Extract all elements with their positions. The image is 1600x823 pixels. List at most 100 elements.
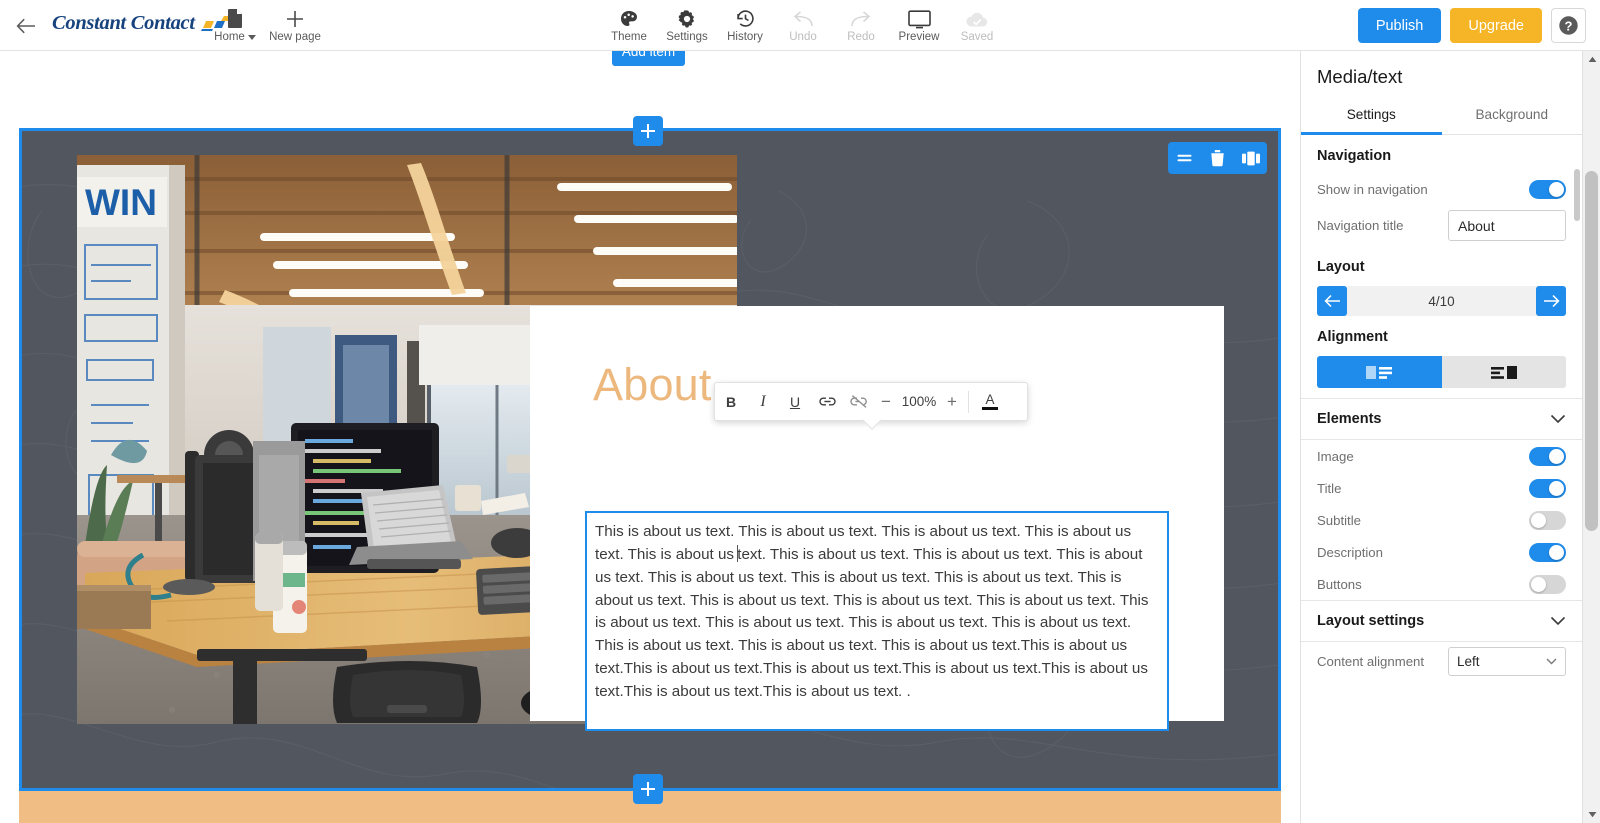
duplicate-icon[interactable]: [1234, 142, 1267, 174]
browser-scrollbar[interactable]: [1582, 51, 1600, 823]
rich-text-toolbar: B I U − 100% + A: [714, 382, 1028, 421]
history-button[interactable]: History: [716, 4, 774, 43]
layout-settings-heading: Layout settings: [1317, 613, 1425, 629]
page-canvas: Add item WIN About This is about us text…: [0, 51, 1297, 823]
navigation-heading: Navigation: [1317, 148, 1392, 164]
element-row-subtitle: Subtitle: [1301, 504, 1582, 536]
settings-button[interactable]: Settings: [658, 4, 716, 43]
bold-button[interactable]: B: [715, 383, 747, 421]
drag-handle-icon[interactable]: [1168, 142, 1201, 174]
home-tools: Home New page: [206, 4, 326, 43]
content-alignment-label: Content alignment: [1317, 654, 1425, 669]
element-label-title: Title: [1317, 480, 1342, 496]
chevron-down-icon: [1546, 658, 1557, 665]
tab-settings[interactable]: Settings: [1301, 98, 1442, 135]
back-button[interactable]: [12, 12, 40, 40]
publish-button[interactable]: Publish: [1357, 8, 1442, 43]
element-toggle-title[interactable]: [1529, 478, 1566, 498]
tab-background[interactable]: Background: [1442, 98, 1583, 135]
section-title[interactable]: About: [593, 359, 712, 411]
increase-size-button[interactable]: +: [941, 383, 963, 421]
home-menu[interactable]: Home: [206, 4, 264, 43]
link-icon: [818, 397, 836, 406]
scrollbar-down-arrow-icon[interactable]: [1583, 806, 1600, 823]
browser-scrollbar-thumb[interactable]: [1585, 171, 1598, 531]
history-icon: [735, 7, 756, 29]
elements-heading: Elements: [1317, 411, 1382, 427]
element-row-buttons: Buttons: [1301, 568, 1582, 600]
navigation-title-input[interactable]: [1448, 210, 1566, 241]
navigation-title-label: Navigation title: [1317, 218, 1404, 233]
element-row-image: Image: [1301, 440, 1582, 472]
redo-button[interactable]: Redo: [832, 4, 890, 43]
font-size-value[interactable]: 100%: [897, 383, 941, 421]
preview-button[interactable]: Preview: [890, 4, 948, 43]
new-page-button[interactable]: New page: [264, 4, 326, 43]
new-page-label: New page: [269, 31, 321, 43]
saved-label: Saved: [960, 31, 994, 43]
content-alignment-row: Content alignment Left: [1301, 642, 1582, 681]
layout-selector: 4/10: [1317, 286, 1566, 316]
description-text-editor[interactable]: This is about us text. This is about us …: [585, 511, 1169, 731]
element-label-description: Description: [1317, 544, 1383, 560]
chevron-down-icon: [1550, 414, 1566, 424]
text-left-media-right-icon: [1490, 365, 1517, 379]
elements-accordion[interactable]: Elements: [1301, 398, 1582, 440]
arrow-left-icon: [16, 18, 35, 34]
page-editor: Constant Contact Home New page Theme Set…: [0, 0, 1600, 823]
undo-icon: [792, 7, 814, 29]
upgrade-button[interactable]: Upgrade: [1450, 8, 1542, 43]
redo-icon: [850, 7, 872, 29]
content-alignment-select[interactable]: Left: [1448, 647, 1566, 676]
decrease-size-button[interactable]: −: [875, 383, 897, 421]
svg-text:WIN: WIN: [85, 182, 157, 223]
element-toggle-buttons[interactable]: [1529, 574, 1566, 594]
layout-settings-accordion[interactable]: Layout settings: [1301, 600, 1582, 642]
help-button[interactable]: ?: [1551, 8, 1586, 43]
gear-icon: [677, 7, 697, 29]
svg-text:?: ?: [1565, 18, 1573, 33]
trash-icon[interactable]: [1201, 142, 1234, 174]
scrollbar-up-arrow-icon[interactable]: [1583, 51, 1600, 68]
element-label-subtitle: Subtitle: [1317, 512, 1361, 528]
insert-section-bottom-button[interactable]: [633, 774, 663, 804]
text-color-button[interactable]: A: [974, 383, 1006, 421]
layout-next-button[interactable]: [1536, 286, 1566, 316]
link-button[interactable]: [811, 383, 843, 421]
text-color-swatch: [982, 407, 998, 410]
preview-label: Preview: [898, 31, 940, 43]
alignment-selector: [1317, 356, 1566, 388]
element-toggle-subtitle[interactable]: [1529, 510, 1566, 530]
chevron-down-icon: [247, 34, 256, 40]
content-alignment-value: Left: [1457, 654, 1480, 669]
italic-button[interactable]: I: [747, 383, 779, 421]
element-toggle-description[interactable]: [1529, 542, 1566, 562]
insert-section-top-button[interactable]: [633, 116, 663, 146]
panel-scrollbar-thumb[interactable]: [1574, 169, 1580, 221]
alignment-media-left-option[interactable]: [1317, 356, 1442, 388]
home-label: Home: [214, 31, 256, 43]
unlink-button[interactable]: [843, 383, 875, 421]
brand-name: Constant Contact: [52, 12, 195, 34]
settings-panel: Media/text Settings Background Navigatio…: [1300, 51, 1582, 823]
underline-button[interactable]: U: [779, 383, 811, 421]
alignment-media-right-option[interactable]: [1441, 356, 1566, 388]
redo-label: Redo: [847, 31, 875, 43]
media-text-section[interactable]: WIN About This is about us text. This is…: [19, 128, 1281, 791]
toggle-knob: [1549, 448, 1564, 464]
show-in-navigation-toggle[interactable]: [1529, 179, 1566, 199]
layout-prev-button[interactable]: [1317, 286, 1347, 316]
element-toggle-image[interactable]: [1529, 446, 1566, 466]
media-text-card: About This is about us text. This is abo…: [530, 306, 1224, 731]
undo-button[interactable]: Undo: [774, 4, 832, 43]
unlink-icon: [850, 395, 867, 408]
element-row-title: Title: [1301, 472, 1582, 504]
toggle-knob: [1531, 576, 1546, 592]
toggle-knob: [1549, 544, 1564, 560]
panel-tabs: Settings Background: [1301, 98, 1582, 135]
element-label-buttons: Buttons: [1317, 576, 1362, 592]
theme-button[interactable]: Theme: [600, 4, 658, 43]
add-item-button[interactable]: Add item: [612, 51, 685, 66]
panel-title: Media/text: [1317, 66, 1403, 87]
arrow-right-icon: [1543, 294, 1560, 308]
